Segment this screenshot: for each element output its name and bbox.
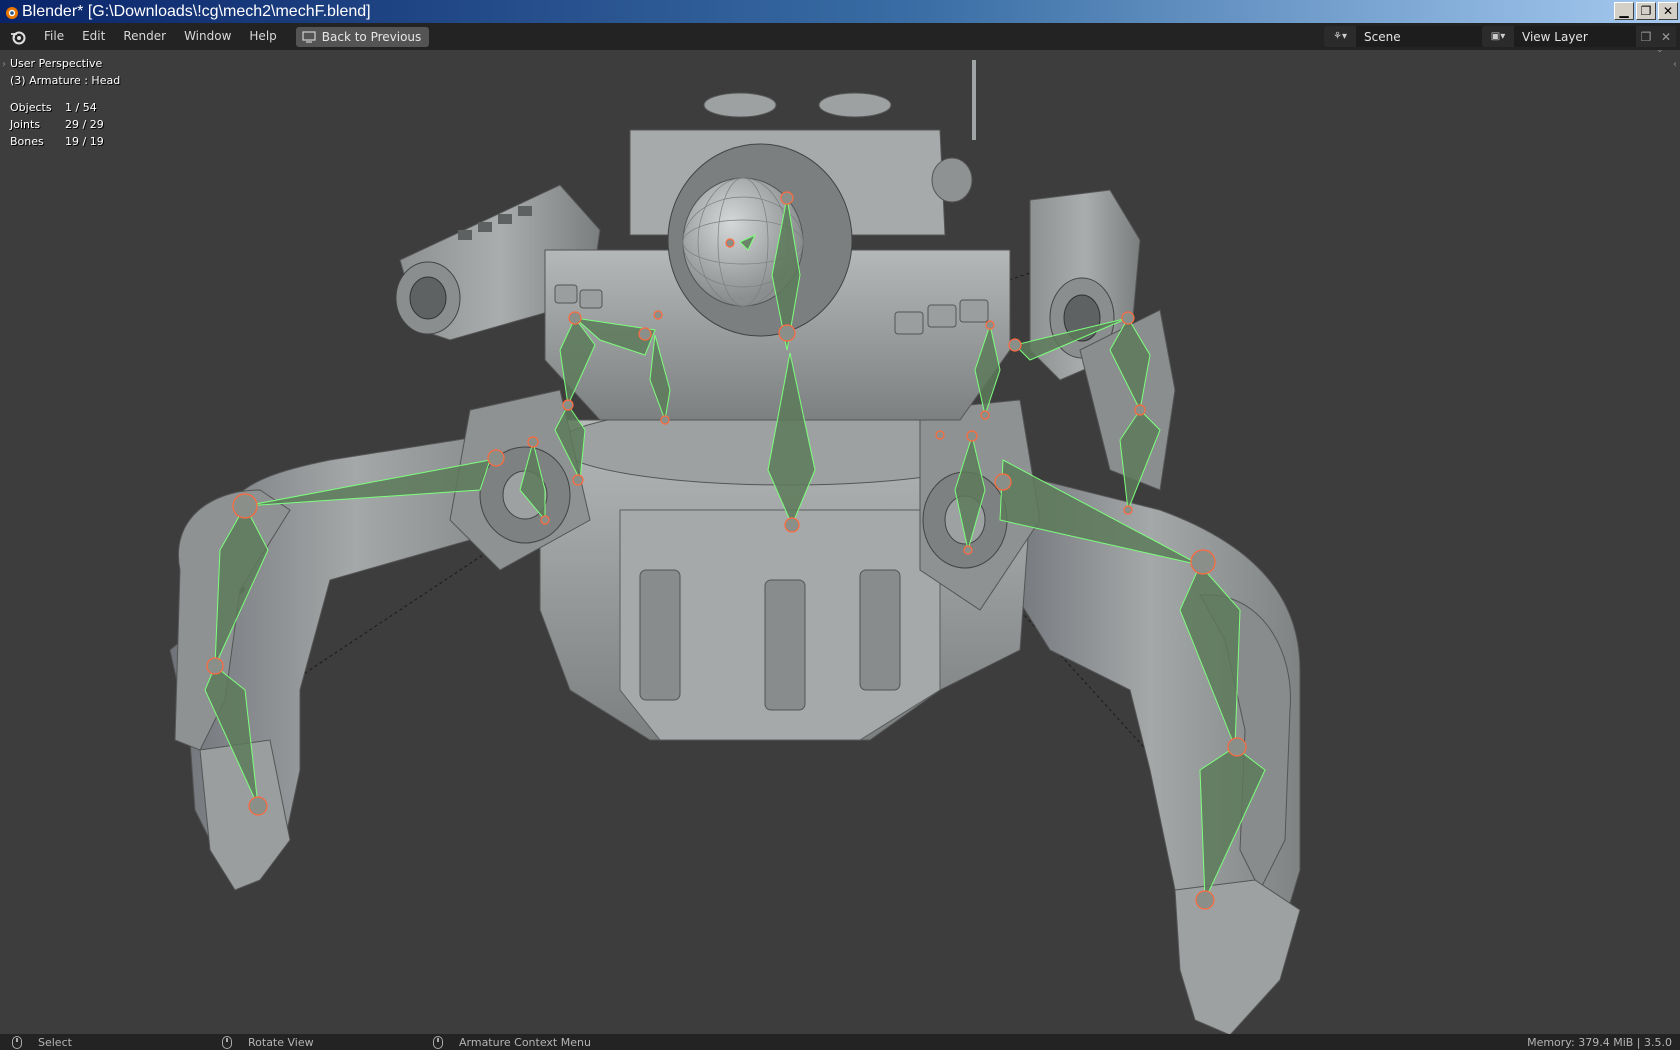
back-to-previous-button[interactable]: Back to Previous: [295, 26, 430, 47]
mouse-left-icon: [12, 1035, 22, 1049]
sidebar-expand-icon[interactable]: ‹: [1673, 59, 1677, 70]
toolbar-expand-icon[interactable]: ›: [2, 59, 6, 70]
status-context-label: Armature Context Menu: [459, 1035, 591, 1049]
blender-window: Blender* [G:\Downloads\!cg\mech2\mechF.b…: [0, 0, 1680, 1050]
top-menu-bar: File Edit Render Window Help Back to Pre…: [0, 23, 1680, 50]
status-select: Select: [12, 1034, 72, 1050]
stats-objects-label: Objects: [10, 101, 52, 114]
blender-logo-icon[interactable]: [9, 28, 27, 46]
mech-model-render: [169, 60, 1301, 1034]
window-controls: ▁ ❐ ✕: [1614, 2, 1678, 20]
delete-view-layer-icon[interactable]: ✕: [1656, 26, 1676, 47]
status-select-label: Select: [38, 1035, 72, 1049]
stats-objects-value: 1 / 54: [65, 101, 97, 114]
mech-turret: [544, 60, 1011, 421]
stats-objects: Objects 1 / 54: [10, 101, 97, 114]
menu-help[interactable]: Help: [240, 23, 285, 50]
status-memory: Memory: 379.4 MiB | 3.5.0: [1527, 1035, 1672, 1049]
stats-bones: Bones 19 / 19: [10, 135, 104, 148]
menu-render[interactable]: Render: [114, 23, 175, 50]
blender-app-icon: [6, 6, 18, 19]
view-layer-browse-icon[interactable]: ▣▾: [1482, 26, 1514, 47]
scene-name-field[interactable]: Scene: [1356, 26, 1486, 47]
view-layer-selector: ▣▾ View Layer ❐ ✕: [1482, 26, 1676, 47]
status-rotate: Rotate View: [222, 1034, 314, 1050]
new-view-layer-icon[interactable]: ❐: [1636, 26, 1656, 47]
menu-file[interactable]: File: [35, 23, 73, 50]
stats-joints-label: Joints: [10, 118, 41, 131]
mouse-middle-icon: [222, 1035, 232, 1049]
view-perspective-label: User Perspective: [10, 57, 103, 70]
title-bar: Blender* [G:\Downloads\!cg\mech2\mechF.b…: [0, 0, 1680, 23]
mouse-right-icon: [433, 1035, 443, 1049]
stats-joints-value: 29 / 29: [65, 118, 104, 131]
stats-joints: Joints 29 / 29: [10, 118, 104, 131]
status-rotate-label: Rotate View: [248, 1035, 314, 1049]
status-bar: Select Rotate View Armature Context Menu…: [0, 1034, 1680, 1050]
stats-bones-label: Bones: [10, 135, 44, 148]
window-title: Blender* [G:\Downloads\!cg\mech2\mechF.b…: [22, 2, 371, 20]
restore-button[interactable]: ❐: [1636, 2, 1656, 20]
3d-viewport[interactable]: User Perspective (3) Armature : Head Obj…: [0, 50, 1680, 1034]
back-to-previous-label: Back to Previous: [321, 29, 422, 44]
status-context: Armature Context Menu: [433, 1034, 591, 1050]
menu-edit[interactable]: Edit: [73, 23, 114, 50]
header-collapse-icon[interactable]: ⌄: [1656, 50, 1664, 55]
stats-bones-value: 19 / 19: [65, 135, 104, 148]
active-object-label: (3) Armature : Head: [10, 74, 121, 87]
scene-browse-icon[interactable]: ⚘▾: [1324, 26, 1356, 47]
screen-icon: [302, 30, 316, 43]
menu-window[interactable]: Window: [175, 23, 240, 50]
right-front-leg: [999, 469, 1301, 1034]
minimize-button[interactable]: ▁: [1614, 2, 1634, 20]
view-layer-name-field[interactable]: View Layer: [1514, 26, 1636, 47]
close-button[interactable]: ✕: [1658, 2, 1678, 20]
